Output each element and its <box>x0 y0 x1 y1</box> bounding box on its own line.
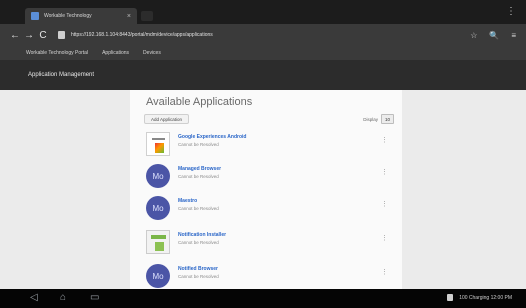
url-text[interactable]: https://192.168.1.104:8443/portal/mdm/de… <box>71 32 213 38</box>
tab-favicon-icon <box>31 12 39 20</box>
browser-toolbar: ← → C https://192.168.1.104:8443/portal/… <box>0 24 526 46</box>
row-menu-icon[interactable]: ⋮ <box>381 168 388 176</box>
search-icon[interactable]: 🔍 <box>489 31 499 40</box>
display-select[interactable]: 10 <box>380 114 394 124</box>
add-application-button[interactable]: Add Application <box>144 114 190 124</box>
applications-panel: Available Applications Add Application D… <box>130 90 402 289</box>
app-name[interactable]: Notified Browser <box>178 266 218 272</box>
list-item[interactable]: Mo Maestro Cannot be Resolved ⋮ <box>140 194 392 224</box>
status-text: 100 Charging 12:00 PM <box>459 294 512 301</box>
address-bar[interactable]: https://192.168.1.104:8443/portal/mdm/de… <box>58 28 460 42</box>
bookmark-devices[interactable]: Devices <box>143 50 161 56</box>
list-item[interactable]: Mo Managed Browser Cannot be Resolved ⋮ <box>140 162 392 192</box>
display-label: Display <box>363 116 378 122</box>
bookmark-applications[interactable]: Applications <box>102 50 129 56</box>
tab-title: Workable Technology <box>44 13 92 19</box>
lock-icon <box>58 31 65 39</box>
app-publisher: Cannot be Resolved <box>178 174 219 179</box>
installer-icon <box>146 230 170 254</box>
system-navigation-bar: ◁ ⌂ ▭ 100 Charging 12:00 PM <box>0 289 526 308</box>
list-item[interactable]: Notification Installer Cannot be Resolve… <box>140 228 392 258</box>
mobiliti-icon: Mo <box>146 196 170 220</box>
app-name[interactable]: Maestro <box>178 198 197 204</box>
list-item[interactable]: Google Experiences Android Cannot be Res… <box>140 130 392 160</box>
nav-home-icon[interactable]: ⌂ <box>60 292 66 303</box>
document-chart-icon <box>146 132 170 156</box>
row-menu-icon[interactable]: ⋮ <box>381 234 388 242</box>
content-area: Available Applications Add Application D… <box>0 90 526 289</box>
display-control: Display 10 <box>363 114 394 124</box>
bookmark-portal[interactable]: Workable Technology Portal <box>26 50 88 56</box>
bookmark-star-icon[interactable]: ☆ <box>470 31 477 40</box>
nav-recent-apps-icon[interactable]: ▭ <box>90 292 99 303</box>
app-name[interactable]: Notification Installer <box>178 232 226 238</box>
app-publisher: Cannot be Resolved <box>178 240 219 245</box>
nav-back-icon[interactable]: ◁ <box>30 292 38 303</box>
app-name[interactable]: Google Experiences Android <box>178 134 246 140</box>
app-publisher: Cannot be Resolved <box>178 206 219 211</box>
browser-tab[interactable]: Workable Technology × <box>25 8 137 24</box>
mobiliti-icon: Mo <box>146 264 170 288</box>
row-menu-icon[interactable]: ⋮ <box>381 136 388 144</box>
menu-icon[interactable]: ≡ <box>511 31 516 40</box>
battery-icon <box>447 294 454 301</box>
row-menu-icon[interactable]: ⋮ <box>381 200 388 208</box>
row-menu-icon[interactable]: ⋮ <box>381 268 388 276</box>
app-header-title: Application Management <box>28 72 95 78</box>
reload-icon[interactable]: C <box>36 30 50 41</box>
forward-icon[interactable]: → <box>22 30 36 41</box>
app-publisher: Cannot be Resolved <box>178 142 219 147</box>
list-item[interactable]: Mo Notified Browser Cannot be Resolved ⋮ <box>140 262 392 292</box>
mobiliti-icon: Mo <box>146 164 170 188</box>
back-icon[interactable]: ← <box>8 30 22 41</box>
page-title: Available Applications <box>146 96 253 108</box>
browser-tab-strip: Workable Technology × ⋮ <box>0 0 526 24</box>
overflow-menu-icon[interactable]: ⋮ <box>506 6 516 17</box>
bookmarks-bar: Workable Technology Portal Applications … <box>0 46 526 60</box>
app-name[interactable]: Managed Browser <box>178 166 221 172</box>
app-header: Application Management <box>0 60 526 90</box>
close-icon[interactable]: × <box>127 13 131 20</box>
app-publisher: Cannot be Resolved <box>178 274 219 279</box>
status-area[interactable]: 100 Charging 12:00 PM <box>447 294 512 301</box>
new-tab-button[interactable] <box>141 11 153 21</box>
